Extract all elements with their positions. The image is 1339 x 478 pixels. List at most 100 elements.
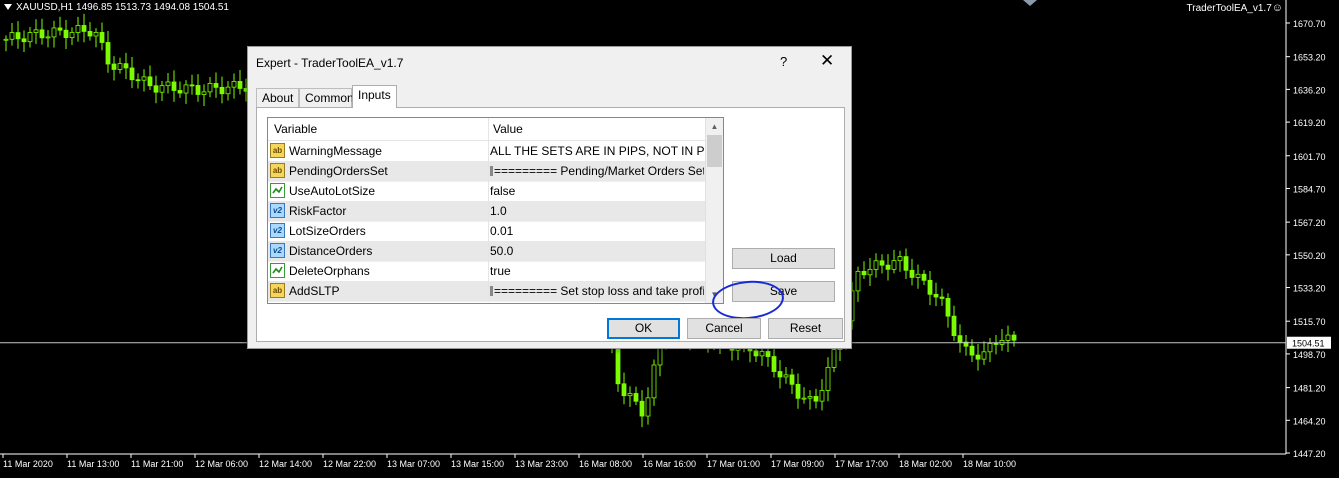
input-row-useautolotsize[interactable]: UseAutoLotSize false: [268, 181, 705, 202]
input-row-riskfactor[interactable]: v2 RiskFactor 1.0: [268, 201, 705, 222]
input-value-text: ========= Pending/Market Orders Sets ...: [494, 164, 704, 178]
candle-body: [987, 343, 993, 353]
load-button[interactable]: Load: [732, 248, 835, 269]
candle-body: [87, 31, 93, 37]
input-row-addsltp[interactable]: ab AddSLTP ========= Set stop loss and tak…: [268, 281, 705, 302]
candle-body: [867, 268, 873, 276]
candle-body: [969, 345, 975, 356]
dropdown-triangle-icon[interactable]: [4, 4, 12, 11]
smiley-icon: ☺: [1271, 2, 1283, 14]
cancel-button[interactable]: Cancel: [687, 318, 761, 339]
input-value[interactable]: 0.01: [488, 221, 704, 241]
candle-body: [1011, 334, 1017, 341]
candle-body: [147, 76, 153, 87]
time-axis-label: 11 Mar 13:00: [67, 459, 119, 469]
input-value[interactable]: ALL THE SETS ARE IN PIPS, NOT IN PO...: [488, 141, 704, 161]
ok-button[interactable]: OK: [607, 318, 680, 339]
price-axis-label: 1447.20: [1293, 449, 1326, 459]
input-variable: RiskFactor: [289, 204, 347, 218]
candle-body: [939, 296, 945, 299]
input-row-warningmessage[interactable]: ab WarningMessage ALL THE SETS ARE IN PIPS…: [268, 141, 705, 162]
candle-body: [135, 79, 141, 82]
price-axis-label: 1636.20: [1293, 85, 1326, 95]
input-value[interactable]: 1.0: [488, 201, 704, 221]
close-icon[interactable]: ✕: [820, 51, 834, 71]
candle-body: [879, 260, 885, 266]
candle-body: [861, 270, 867, 276]
tab-common[interactable]: Common: [299, 88, 354, 107]
candle-body: [651, 364, 657, 399]
candle-body: [795, 383, 801, 399]
candle-body: [27, 32, 33, 43]
candle-body: [777, 371, 783, 378]
chart-shift-marker-icon[interactable]: [1023, 0, 1037, 6]
separator-marker-icon: [490, 286, 493, 296]
candle-body: [99, 32, 105, 43]
candle-body: [183, 84, 189, 94]
candle-body: [153, 85, 159, 93]
candle-body: [1005, 334, 1011, 341]
tab-about[interactable]: About: [256, 88, 299, 107]
input-variable: LotSizeOrders: [289, 224, 366, 238]
input-value[interactable]: ========= Set stop loss and take profit …: [488, 281, 704, 301]
candle-body: [105, 42, 111, 65]
column-header-value[interactable]: Value: [488, 118, 523, 140]
candle-body: [33, 29, 39, 33]
candle-body: [825, 366, 831, 391]
input-value[interactable]: true: [488, 261, 704, 281]
expert-advisor-label[interactable]: TraderToolEA_v1.7☺: [1187, 2, 1283, 14]
candle-body: [57, 27, 63, 31]
candle-body: [213, 83, 219, 88]
candle-body: [69, 32, 75, 39]
time-axis-label: 13 Mar 23:00: [515, 459, 568, 469]
help-icon[interactable]: ?: [780, 54, 787, 69]
candle-body: [201, 91, 207, 95]
time-axis-label: 12 Mar 06:00: [195, 459, 248, 469]
time-axis-label: 13 Mar 15:00: [451, 459, 504, 469]
vertical-scrollbar[interactable]: ▲ ▼: [705, 118, 723, 303]
candle-body: [117, 63, 123, 70]
candle-body: [51, 27, 57, 38]
input-row-deleteorphans[interactable]: DeleteOrphans true: [268, 261, 705, 282]
string-type-icon: ab: [270, 163, 285, 178]
time-axis-label: 11 Mar 21:00: [131, 459, 183, 469]
time-axis-label: 18 Mar 02:00: [899, 459, 952, 469]
input-row-distanceorders[interactable]: v2 DistanceOrders 50.0: [268, 241, 705, 262]
scroll-thumb[interactable]: [707, 135, 722, 167]
input-row-lotsizeorders[interactable]: v2 LotSizeOrders 0.01: [268, 221, 705, 242]
input-value[interactable]: ========= Pending/Market Orders Sets ...: [488, 161, 704, 181]
candle-body: [123, 63, 129, 69]
input-variable: WarningMessage: [289, 144, 382, 158]
time-axis-label: 17 Mar 17:00: [835, 459, 888, 469]
candle-body: [21, 38, 27, 43]
candle-body: [9, 32, 15, 40]
candle-body: [237, 81, 243, 89]
candle-body: [75, 25, 81, 33]
candle-body: [45, 36, 51, 39]
input-row-pendingordersset[interactable]: ab PendingOrdersSet ========= Pending/Mark…: [268, 161, 705, 182]
input-variable: UseAutoLotSize: [289, 184, 376, 198]
input-value[interactable]: false: [488, 181, 704, 201]
candle-body: [813, 396, 819, 402]
scroll-up-icon[interactable]: ▲: [706, 118, 723, 135]
candle-body: [633, 393, 639, 402]
price-axis-label: 1584.70: [1293, 184, 1326, 194]
separator-marker-icon: [490, 166, 493, 176]
price-axis-label: 1533.20: [1293, 284, 1326, 294]
column-header-variable[interactable]: Variable: [274, 122, 317, 136]
candle-body: [945, 298, 951, 317]
price-axis-label: 1567.20: [1293, 218, 1326, 228]
tab-inputs[interactable]: Inputs: [352, 85, 397, 108]
candle-body: [957, 335, 963, 343]
price-axis-label: 1481.20: [1293, 384, 1326, 394]
input-value[interactable]: 50.0: [488, 241, 704, 261]
reset-button[interactable]: Reset: [768, 318, 843, 339]
candle-body: [873, 260, 879, 270]
input-value-text: ========= Set stop loss and take profit …: [494, 284, 704, 298]
candle-body: [165, 81, 171, 87]
candle-body: [171, 81, 177, 91]
time-axis-label: 13 Mar 07:00: [387, 459, 440, 469]
price-axis-label: 1653.20: [1293, 53, 1326, 63]
candle-body: [141, 76, 147, 81]
candle-body: [159, 85, 165, 93]
